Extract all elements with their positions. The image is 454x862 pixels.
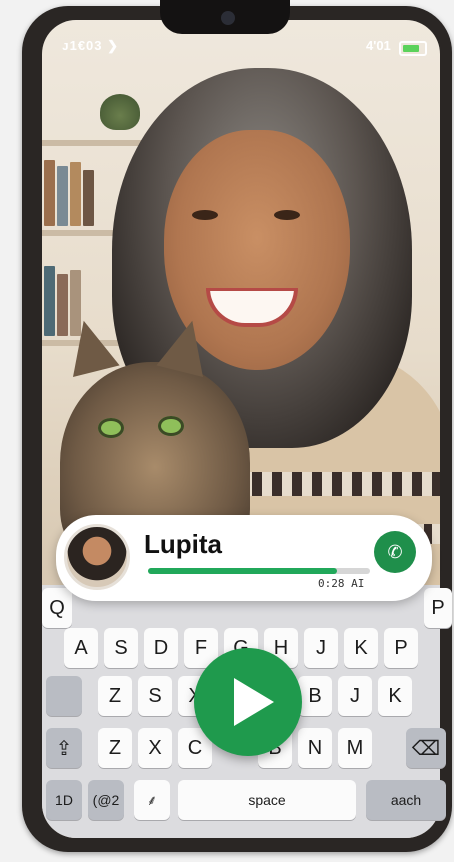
eye — [192, 210, 218, 220]
key-z[interactable]: Z — [98, 728, 132, 768]
battery-fill — [403, 45, 419, 52]
caps-key[interactable]: ⇪ — [46, 728, 82, 768]
shift-key[interactable] — [46, 676, 82, 716]
key-p[interactable]: P — [384, 628, 418, 668]
key-j[interactable]: J — [338, 676, 372, 716]
backspace-key[interactable]: ⌫ — [406, 728, 446, 768]
cat-eye — [98, 418, 124, 438]
progress-fill — [148, 568, 337, 574]
play-icon — [234, 678, 274, 726]
book — [44, 160, 55, 226]
key-k[interactable]: K — [344, 628, 378, 668]
phone-icon: ✆ — [387, 541, 403, 562]
key-a[interactable]: A — [64, 628, 98, 668]
cat-ear — [60, 314, 120, 378]
key-m[interactable]: M — [338, 728, 372, 768]
status-left: ᴊ1€03 ❯ — [62, 38, 120, 53]
play-button[interactable] — [194, 648, 302, 756]
call-card[interactable]: Lupita 0:28 AI ✆ — [56, 515, 432, 601]
key-x[interactable]: X — [138, 728, 172, 768]
key-b[interactable]: B — [298, 676, 332, 716]
key-d[interactable]: D — [144, 628, 178, 668]
eye — [274, 210, 300, 220]
key-k[interactable]: K — [378, 676, 412, 716]
key-n[interactable]: N — [298, 728, 332, 768]
book — [83, 170, 94, 226]
emoji-key[interactable]: (@2 — [88, 780, 124, 820]
progress-bar[interactable] — [148, 568, 370, 574]
key-j[interactable]: J — [304, 628, 338, 668]
search-key[interactable]: aach — [366, 780, 446, 820]
space-key[interactable]: space — [178, 780, 356, 820]
battery-icon — [399, 41, 427, 56]
call-timestamp: 0:28 AI — [318, 577, 365, 590]
status-time: 4'01 — [366, 38, 391, 53]
book — [57, 166, 68, 226]
contact-name: Lupita — [144, 529, 222, 559]
key-s[interactable]: S — [104, 628, 138, 668]
call-button[interactable]: ✆ — [374, 531, 416, 573]
mic-icon[interactable]: ⸙ — [134, 780, 170, 820]
key-q[interactable]: Q — [42, 588, 72, 628]
plant — [100, 94, 140, 130]
cat-eye — [158, 416, 184, 436]
key-p[interactable]: P — [424, 588, 452, 628]
avatar[interactable] — [64, 524, 130, 590]
camera-icon — [221, 11, 235, 25]
book — [70, 162, 81, 226]
numbers-key[interactable]: 1D — [46, 780, 82, 820]
key-s[interactable]: S — [138, 676, 172, 716]
book — [44, 266, 55, 336]
key-z[interactable]: Z — [98, 676, 132, 716]
